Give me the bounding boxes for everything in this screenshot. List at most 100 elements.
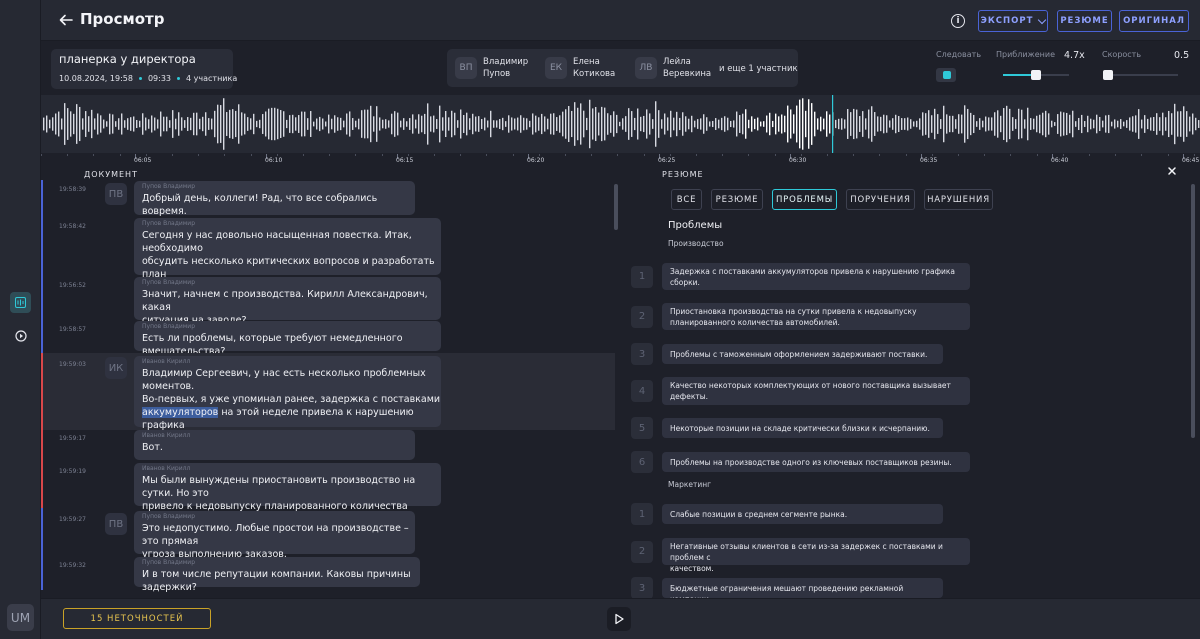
zoom-slider-handle[interactable] <box>1031 70 1041 80</box>
resume-item[interactable]: Проблемы на производстве одного из ключе… <box>662 452 970 472</box>
message-bubble[interactable]: Пупов Владимир Сегодня у нас довольно нас… <box>134 218 441 293</box>
waveform-bar <box>841 118 843 130</box>
participant[interactable]: ВП Владимир Пупов <box>455 56 528 80</box>
speaker-avatar: ИК <box>105 357 127 379</box>
waveform-bar <box>160 111 162 137</box>
waveform-bar <box>715 118 717 130</box>
transcript-message[interactable]: 19:59:32 Пупов Владимир И в том числе репу… <box>41 554 615 593</box>
message-bubble[interactable]: Пупов Владимир Добрый день, коллеги! Рад,… <box>134 181 415 217</box>
waveform-bar <box>592 108 594 140</box>
inaccuracies-button[interactable]: 15 НЕТОЧНОСТЕЙ <box>63 608 211 629</box>
waveform-bar <box>67 108 69 140</box>
timeline-minor-tick <box>565 154 566 156</box>
waveform-bar <box>931 115 933 133</box>
meeting-info: 10.08.2024, 19:58 09:33 4 участника <box>59 74 237 83</box>
message-bubble[interactable]: Пупов Владимир Это недопустимо. Любые про… <box>134 511 415 560</box>
waveform-bar <box>211 118 213 130</box>
waveform-bar <box>916 120 918 128</box>
item-number: 2 <box>631 305 653 328</box>
message-bubble[interactable]: Пупов Владимир Значит, начнем с производс… <box>134 277 441 326</box>
resume-item[interactable]: Бюджетные ограничения мешают проведению … <box>662 578 943 604</box>
message-bubble[interactable]: Иванов Кирилл Владимир Сергеевич, у нас е… <box>134 356 441 444</box>
filter-tab[interactable]: НАРУШЕНИЯ <box>924 189 993 210</box>
transcript-view-button[interactable] <box>10 292 31 313</box>
waveform-bar <box>394 111 396 137</box>
transcript-message[interactable]: 19:59:27 ПВ Пупов Владимир Это недопустимо.… <box>41 508 615 560</box>
message-bubble[interactable]: Пупов Владимир И в том числе репутации ко… <box>134 557 420 593</box>
transcript-message[interactable]: 19:58:57 Пупов Владимир Есть ли проблемы, … <box>41 318 615 357</box>
filter-tab[interactable]: РЕЗЮМЕ <box>711 189 763 210</box>
resume-item[interactable]: Некоторые позиции на складе критически б… <box>662 418 943 438</box>
waveform-bar <box>970 112 972 136</box>
filter-tab[interactable]: ПОРУЧЕНИЯ <box>846 189 915 210</box>
waveform-bar <box>856 109 858 139</box>
transcript-message[interactable]: 19:59:17 Иванов Кирилл Вот. <box>41 427 615 463</box>
resume-item[interactable]: Задержка с поставками аккумуляторов прив… <box>662 263 970 290</box>
waveform-bar <box>271 107 273 141</box>
waveform-graphic <box>43 95 1200 153</box>
message-bubble[interactable]: Пупов Владимир Есть ли проблемы, которые … <box>134 321 441 357</box>
waveform-bar <box>544 116 546 132</box>
user-avatar[interactable]: UM <box>7 604 34 631</box>
left-rail: UM <box>0 0 41 639</box>
play-button[interactable] <box>607 607 631 631</box>
waveform-bar <box>166 116 168 132</box>
timeline-ruler[interactable]: 06:05 06:10 06:15 06:20 06:25 06:30 06:35 06:40… <box>41 153 1200 165</box>
transcript-scrollbar[interactable] <box>614 184 618 230</box>
participant[interactable]: ЕК Елена Котикова <box>545 56 615 80</box>
resume-item[interactable]: Негативные отзывы клиентов в сети из-за … <box>662 538 970 573</box>
waveform-bar <box>982 120 984 128</box>
transcript-message[interactable]: 19:56:52 Пупов Владимир Значит, начнем с п… <box>41 274 615 326</box>
waveform[interactable] <box>41 95 1200 153</box>
close-icon[interactable] <box>1166 165 1178 177</box>
transcript-message[interactable]: 19:59:19 Иванов Кирилл Мы были вынуждены п… <box>41 460 615 525</box>
play-circle-icon <box>14 329 27 342</box>
resume-item[interactable]: Проблемы с таможенным оформлением задерж… <box>662 344 943 364</box>
waveform-bar <box>667 117 669 131</box>
waveform-bar <box>676 111 678 137</box>
waveform-bar <box>1132 116 1134 132</box>
more-participants-link[interactable]: и еще 1 участник <box>719 64 798 74</box>
search-highlight[interactable]: аккумуляторов <box>142 407 219 418</box>
waveform-bar <box>1003 108 1005 140</box>
filter-tab[interactable]: ВСЕ <box>671 189 702 210</box>
waveform-bar <box>652 119 654 129</box>
waveform-bar <box>484 117 486 131</box>
waveform-bar <box>946 114 948 134</box>
message-bubble[interactable]: Иванов Кирилл Мы были вынуждены приостано… <box>134 463 441 525</box>
waveform-bar <box>61 118 63 130</box>
timeline-minor-tick <box>538 154 540 156</box>
transcript-message[interactable]: 19:58:42 Пупов Владимир Сегодня у нас дово… <box>41 215 615 293</box>
player-view-button[interactable] <box>10 325 31 346</box>
transcript-list[interactable]: 19:58:39 ПВ Пупов Владимир Добрый день, кол… <box>41 180 621 598</box>
waveform-bar <box>520 115 522 133</box>
waveform-bar <box>1162 112 1164 136</box>
waveform-bar <box>331 118 333 130</box>
timeline-minor-tick <box>172 154 173 156</box>
transcript-message[interactable]: 19:58:39 ПВ Пупов Владимир Добрый день, кол… <box>41 180 615 218</box>
resume-item[interactable]: Качество некоторых комплектующих от ново… <box>662 377 970 405</box>
follow-toggle[interactable] <box>936 68 956 82</box>
filter-tab[interactable]: ПРОБЛЕМЫ <box>772 189 837 210</box>
speaker-color-bar <box>41 508 43 557</box>
resume-scrollbar[interactable] <box>1191 184 1195 438</box>
message-bubble[interactable]: Иванов Кирилл Вот. <box>134 430 415 460</box>
resume-item-line: Негативные отзывы клиентов в сети из-за … <box>670 542 943 562</box>
info-icon[interactable]: i <box>951 14 965 28</box>
resume-item[interactable]: Слабые позиции в среднем сегменте рынка. <box>662 504 943 524</box>
back-arrow-icon[interactable] <box>58 12 74 28</box>
chevron-down-icon <box>1038 15 1047 24</box>
transcript-message[interactable]: 19:59:03 ИК Иванов Кирилл Владимир Сергееви… <box>41 353 615 444</box>
speed-slider-track[interactable] <box>1108 74 1178 76</box>
waveform-bar <box>112 114 114 134</box>
resume-button[interactable]: РЕЗЮМЕ <box>1057 10 1112 32</box>
participant[interactable]: ЛВ Лейла Веревкина <box>635 56 711 80</box>
waveform-bar <box>301 111 303 137</box>
export-dropdown[interactable]: ЭКСПОРТ <box>978 10 1048 32</box>
waveform-bar <box>811 103 813 145</box>
resume-item[interactable]: Приостановка производства на сутки приве… <box>662 303 970 330</box>
playhead[interactable] <box>832 95 834 153</box>
item-number: 4 <box>631 380 653 402</box>
speed-slider-handle[interactable] <box>1103 70 1113 80</box>
original-button[interactable]: ОРИГИНАЛ <box>1119 10 1189 32</box>
